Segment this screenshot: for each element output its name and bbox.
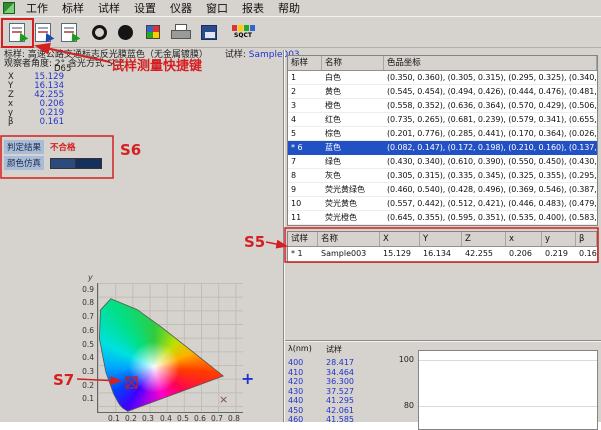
spectral-row: 40028.417 [288, 358, 354, 368]
gridline [419, 406, 597, 407]
save-icon[interactable] [196, 19, 222, 45]
printer-icon[interactable] [168, 19, 194, 45]
y-tick: 0.2 [78, 381, 94, 390]
judge-result-value: 不合格 [50, 141, 76, 153]
sample-color-swatch [76, 158, 102, 169]
shortcut-annotation: 试样测量快捷键 [111, 55, 202, 74]
y-tick: 0.8 [78, 298, 94, 307]
spectral-row: 46041.585 [288, 415, 354, 425]
table-row[interactable]: 3橙色(0.558, 0.352), (0.636, 0.364), (0.57… [288, 99, 597, 113]
y-tick: 0.7 [78, 312, 94, 321]
spectral-row: 43037.527 [288, 387, 354, 397]
table-row[interactable]: 4红色(0.735, 0.265), (0.681, 0.239), (0.57… [288, 113, 597, 127]
sqct-icon[interactable]: SQCT [228, 19, 258, 45]
menu-item-standard[interactable]: 标样 [55, 0, 91, 17]
vertical-divider [283, 50, 285, 422]
annotation-s7: S7 [53, 371, 74, 389]
measure-sample-icon[interactable] [4, 19, 30, 45]
spectral-row: 42036.300 [288, 377, 354, 387]
table-row-selected[interactable]: * 6蓝色(0.082, 0.147), (0.172, 0.198), (0.… [288, 141, 597, 155]
target-aperture-icon[interactable] [86, 19, 112, 45]
table-row[interactable]: 2黄色(0.545, 0.454), (0.494, 0.426), (0.44… [288, 85, 597, 99]
sample-table: 试样 名称 X Y Z x y β * 1 Sample003 15.129 1… [287, 231, 598, 263]
sqct-label: SQCT [234, 32, 252, 39]
app-window: { "colors": { "window_bg": "#d6d3ce", "s… [0, 0, 601, 422]
color-palette-icon[interactable] [140, 19, 166, 45]
y-axis-label: y [88, 273, 93, 282]
color-simulation-label: 颜色仿真 [4, 156, 44, 170]
sample-table-header: 试样 名称 X Y Z x y β [288, 232, 597, 247]
spectral-chart [418, 350, 598, 430]
menu-item-instrument[interactable]: 仪器 [163, 0, 199, 17]
sample-label: 试样: [225, 50, 246, 60]
table-row[interactable]: 9荧光黄绿色(0.460, 0.540), (0.428, 0.496), (0… [288, 183, 597, 197]
menu-item-sample[interactable]: 试样 [91, 0, 127, 17]
annotation-s5: S5 [244, 233, 265, 251]
value-row: β0.161 [8, 118, 64, 127]
table-row[interactable]: 5棕色(0.201, 0.776), (0.285, 0.441), (0.17… [288, 127, 597, 141]
y-tick: 0.4 [78, 353, 94, 362]
gridline [419, 360, 597, 361]
horizontal-divider [285, 340, 601, 342]
table-row[interactable]: 7绿色(0.430, 0.340), (0.610, 0.390), (0.55… [288, 155, 597, 169]
menu-bar: 工作 标样 试样 设置 仪器 窗口 报表 帮助 [0, 0, 601, 17]
y-tick: 0.5 [78, 340, 94, 349]
judge-panel: 判定结果 不合格 颜色仿真 [4, 139, 110, 175]
table-row[interactable]: 11荧光橙色(0.645, 0.355), (0.595, 0.351), (0… [288, 211, 597, 225]
black-calibration-icon[interactable] [112, 19, 138, 45]
tristimulus-values: X15.129 Y16.134 Z42.255 x0.206 y0.219 β0… [8, 73, 64, 127]
measure-standard-icon[interactable] [30, 19, 56, 45]
judge-result-label: 判定结果 [4, 140, 44, 154]
table-row[interactable]: 1白色(0.350, 0.360), (0.305, 0.315), (0.29… [288, 71, 597, 85]
standard-color-swatch [50, 158, 76, 169]
y-tick: 0.6 [78, 326, 94, 335]
y-tick: 0.1 [78, 394, 94, 403]
app-icon [3, 2, 15, 14]
table-row[interactable]: 8灰色(0.305, 0.315), (0.335, 0.345), (0.32… [288, 169, 597, 183]
y-tick: 0.3 [78, 367, 94, 376]
spectral-table: λ(nm) 试样 40028.417 41034.464 42036.300 4… [288, 344, 354, 425]
continuous-measure-icon[interactable] [56, 19, 82, 45]
crosshair-plus-icon[interactable]: + [241, 369, 254, 388]
x-marker-icon: × [219, 393, 228, 406]
menu-item-settings[interactable]: 设置 [127, 0, 163, 17]
spectral-row: 41034.464 [288, 368, 354, 378]
menu-item-window[interactable]: 窗口 [199, 0, 235, 17]
menu-item-work[interactable]: 工作 [19, 0, 55, 17]
spectral-row: 44041.295 [288, 396, 354, 406]
toolbar: SQCT [0, 17, 601, 48]
spectral-ytick: 100 [392, 355, 414, 364]
annotation-s6: S6 [120, 141, 141, 159]
sample-table-row[interactable]: * 1 Sample003 15.129 16.134 42.255 0.206… [288, 247, 597, 262]
spectral-ytick: 80 [392, 401, 414, 410]
standards-table: 标样 名称 色品坐标 1白色(0.350, 0.360), (0.305, 0.… [287, 55, 598, 226]
menu-item-help[interactable]: 帮助 [271, 0, 307, 17]
y-tick: 0.9 [78, 285, 94, 294]
standards-table-header: 标样 名称 色品坐标 [288, 56, 597, 71]
table-row[interactable]: 10荧光黄色(0.557, 0.442), (0.512, 0.421), (0… [288, 197, 597, 211]
menu-item-report[interactable]: 报表 [235, 0, 271, 17]
spectral-table-header: λ(nm) 试样 [288, 344, 354, 355]
spectral-row: 45042.061 [288, 406, 354, 416]
